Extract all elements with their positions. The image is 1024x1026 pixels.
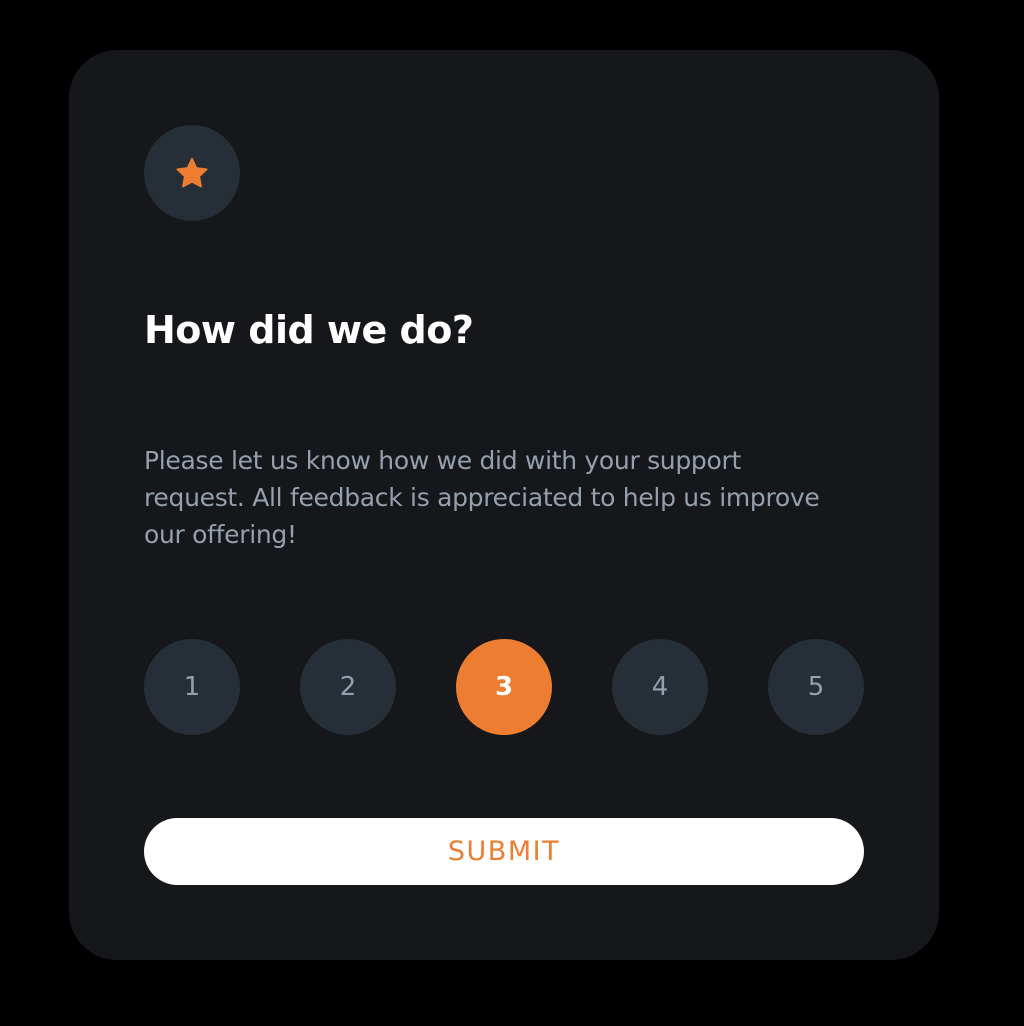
rating-option-2[interactable]: 2 <box>300 639 396 735</box>
rating-option-3[interactable]: 3 <box>456 639 552 735</box>
star-badge <box>144 125 240 221</box>
rating-option-5[interactable]: 5 <box>768 639 864 735</box>
rating-option-4[interactable]: 4 <box>612 639 708 735</box>
rating-options: 1 2 3 4 5 <box>144 639 864 735</box>
star-icon <box>176 157 208 187</box>
rating-option-1[interactable]: 1 <box>144 639 240 735</box>
card-title: How did we do? <box>144 308 474 352</box>
card-description: Please let us know how we did with your … <box>144 446 820 549</box>
submit-button[interactable]: SUBMIT <box>144 818 864 885</box>
rating-card: How did we do? Please let us know how we… <box>69 50 939 960</box>
